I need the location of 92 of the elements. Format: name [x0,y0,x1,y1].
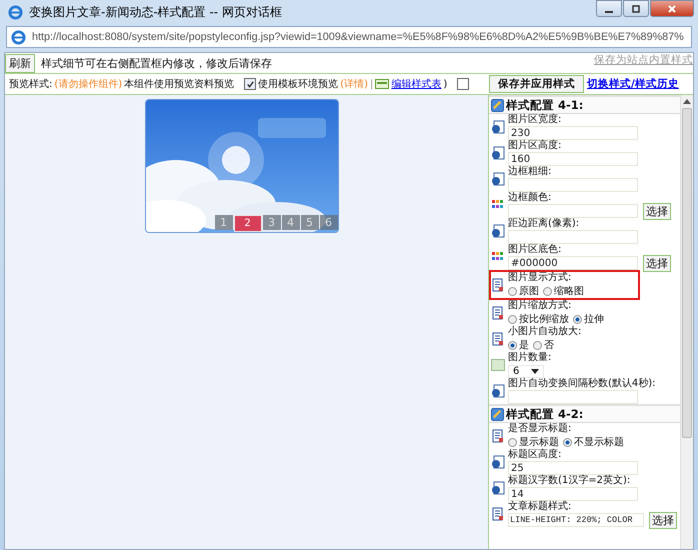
radio-label: 缩略图 [554,284,584,298]
paren-text: ) [443,78,448,90]
radio-label: 不显示标题 [574,436,624,449]
field-label: 标题区高度: [508,449,562,461]
document-s-icon [491,384,505,398]
field-label: 距边距离(像素): [508,218,580,230]
list-document-icon [491,278,505,292]
radio-label: 原图 [519,285,539,298]
radio-button[interactable] [573,314,582,324]
scrollbar[interactable] [680,95,693,549]
document-s-icon [491,224,505,238]
choose-button[interactable]: 选择 [649,512,677,528]
input-field[interactable]: 230 [508,126,638,140]
preview-note: 本组件使用预览资料预览 [124,78,234,91]
config-icon [491,98,504,112]
section-title: 样式配置 4-1: [506,98,584,112]
field-label: 边框粗细: [508,166,552,178]
field-label: 图片区底色: [508,244,562,256]
config-icon [491,408,504,420]
field-label: 图片数量: [508,352,552,364]
separator-text: | [370,78,374,90]
field-label: 标题汉字数(1汉字=2英文): [508,475,632,487]
radio-label: 按比例缩放 [519,312,569,326]
document-s-icon [491,120,505,134]
warning-text: (请勿操作组件) [54,78,122,91]
input-field[interactable]: #000000 [508,256,638,270]
radio-label: 拉伸 [584,313,604,326]
radio-button[interactable] [533,340,542,350]
document-s-icon [491,172,505,186]
input-field[interactable]: 160 [508,152,638,166]
maximize-icon [631,4,641,14]
hint-text: 样式细节可在右侧配置框内修改，修改后请保存 [41,56,272,70]
browser-icon [11,30,26,44]
stylesheet-icon [375,79,390,89]
edit-stylesheet-link[interactable]: 编辑样式表 [391,77,442,91]
input-field[interactable] [508,230,638,244]
input-field[interactable]: 25 [508,461,638,475]
browser-icon [8,4,23,20]
input-field[interactable] [508,390,638,404]
choose-button[interactable]: 选择 [643,202,671,220]
radio-button[interactable] [508,340,517,350]
field-label: 文章标题样式: [508,501,572,513]
checkbox[interactable] [244,78,256,90]
field-label: 图片缩放方式: [508,300,572,312]
pager-item[interactable]: 2 [234,215,262,232]
field-label: 是否显示标题: [508,423,572,435]
url-text: http://localhost:8080/system/site/popstyleconfig.jsp?viewid=1009&viewname=%E5%8F%98%E6%8D%A2%E5%9B%BE%E7%89%87% [32,31,684,43]
radio-button[interactable] [508,286,517,296]
minimize-button[interactable] [596,0,622,17]
input-field[interactable] [508,178,638,192]
field-label: 图片显示方式: [508,272,572,284]
count-select[interactable]: 6 [508,364,544,378]
address-bar[interactable]: http://localhost:8080/system/site/popstyleconfig.jsp?viewid=1009&viewname=%E5%8F%98%E6%8D%A2%E5%9B%BE%E7%89%87% [6,26,692,48]
preview-style-label: 预览样式: [9,78,52,91]
document-s-icon [491,481,505,495]
save-apply-button[interactable]: 保存并应用样式 [489,75,584,93]
radio-button[interactable] [508,314,517,324]
close-icon [667,4,677,14]
dropdown-box-icon [491,358,505,372]
field-label: 图片区高度: [508,140,562,152]
radio-label: 否 [544,339,554,352]
choose-button[interactable]: 选择 [643,254,671,272]
document-s-icon [491,146,505,160]
input-field[interactable]: 14 [508,487,638,501]
maximize-button[interactable] [623,0,649,17]
field-label: 图片自动变换间隔秒数(默认4秒): [508,378,656,390]
dropdown-arrow-icon [531,368,540,374]
radio-label: 显示标题 [519,436,559,448]
list-document-icon [491,332,505,346]
list-document-icon [491,306,505,320]
scroll-thumb[interactable] [682,108,692,438]
field-label: 小图片自动放大: [508,326,582,338]
scroll-up-icon [683,99,691,104]
list-document-icon [491,507,505,521]
radio-button[interactable] [543,286,552,296]
window-title: 变换图片文章-新闻动态-样式配置 -- 网页对话框 [29,4,282,20]
radio-button[interactable] [563,438,572,446]
input-field[interactable]: LINE-HEIGHT: 220%; COLOR [508,513,644,527]
checkbox-label: 使用模板环境预览 [258,78,338,91]
list-document-icon [491,429,505,443]
field-label: 图片区宽度: [508,114,562,126]
document-s-icon [491,455,505,469]
checkbox[interactable] [457,78,470,90]
field-label: 边框颜色: [508,192,552,204]
close-button[interactable] [650,0,694,17]
minimize-icon [605,10,613,12]
switch-style-link[interactable]: 切换样式/样式历史 [587,77,679,91]
refresh-button[interactable]: 刷新 [5,54,35,72]
input-field[interactable] [508,204,638,218]
section-title: 样式配置 4-2: [506,406,584,422]
radio-button[interactable] [508,438,517,446]
radio-label: 是 [519,339,529,352]
